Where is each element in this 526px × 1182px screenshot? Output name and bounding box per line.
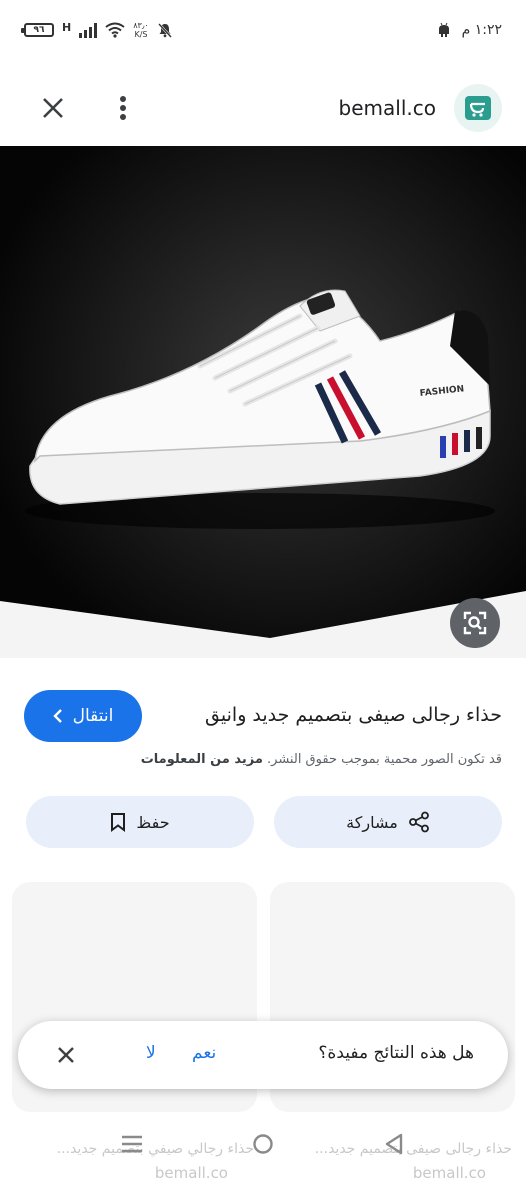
close-button[interactable] [31, 86, 75, 130]
clock: ١:٢٢ م [461, 22, 502, 38]
signal-icon [79, 22, 98, 38]
home-button[interactable] [247, 1128, 279, 1160]
menu-icon [122, 1135, 142, 1153]
save-button[interactable]: حفظ [26, 796, 254, 848]
share-icon [408, 811, 429, 833]
recents-button[interactable] [116, 1128, 148, 1160]
home-circle-icon [253, 1134, 273, 1154]
battery-icon: ٩٦ [21, 23, 54, 37]
feedback-toast: هل هذه النتائج مفيدة؟ نعم لا [18, 1021, 508, 1089]
visit-label: انتقال [72, 706, 114, 726]
back-triangle-icon [385, 1133, 403, 1155]
feedback-no-button[interactable]: لا [146, 1043, 156, 1063]
status-left: ٩٦ H ٨٣٫٠ K/S [21, 18, 173, 42]
save-label: حفظ [136, 812, 170, 832]
chevron-left-icon [52, 709, 62, 723]
battery-level: ٩٦ [33, 25, 45, 35]
site-name[interactable]: bemall.co [339, 96, 436, 120]
product-image[interactable]: FASHION [0, 146, 526, 658]
more-options-button[interactable] [101, 86, 145, 130]
system-nav-bar [0, 1110, 526, 1178]
status-bar: ٩٦ H ٨٣٫٠ K/S ١:٢٢ م [0, 0, 526, 60]
close-icon [43, 98, 63, 118]
feedback-yes-button[interactable]: نعم [192, 1043, 216, 1063]
cart-logo-icon [465, 96, 491, 120]
copyright-text: قد تكون الصور محمية بموجب حقوق النشر. [267, 752, 502, 767]
status-right: ١:٢٢ م [436, 18, 502, 42]
bookmark-icon [111, 813, 126, 832]
net-speed-unit: K/S [134, 30, 148, 39]
top-bar: bemall.co [0, 60, 526, 146]
sneaker-illustration: FASHION [0, 146, 526, 658]
network-type: H [62, 20, 72, 34]
android-icon [438, 22, 449, 37]
share-button[interactable]: مشاركة [274, 796, 502, 848]
net-speed-value: ٨٣٫٠ [133, 21, 149, 30]
lens-icon [463, 611, 487, 635]
mute-icon [157, 23, 172, 38]
close-icon[interactable] [54, 1043, 78, 1067]
page-title: حذاء رجالى صيفى بتصميم جديد وانيق [205, 704, 502, 726]
visit-button[interactable]: انتقال [24, 690, 142, 742]
site-logo[interactable] [454, 84, 502, 132]
back-button[interactable] [378, 1128, 410, 1160]
share-label: مشاركة [346, 812, 398, 832]
wifi-icon [105, 22, 125, 38]
net-speed: ٨٣٫٠ K/S [133, 21, 149, 39]
more-vert-icon [120, 96, 126, 120]
copyright-notice: قد تكون الصور محمية بموجب حقوق النشر. مز… [141, 752, 502, 767]
more-info-link[interactable]: مزيد من المعلومات [141, 752, 263, 767]
lens-search-button[interactable] [450, 598, 500, 648]
feedback-question: هل هذه النتائج مفيدة؟ [318, 1043, 474, 1063]
